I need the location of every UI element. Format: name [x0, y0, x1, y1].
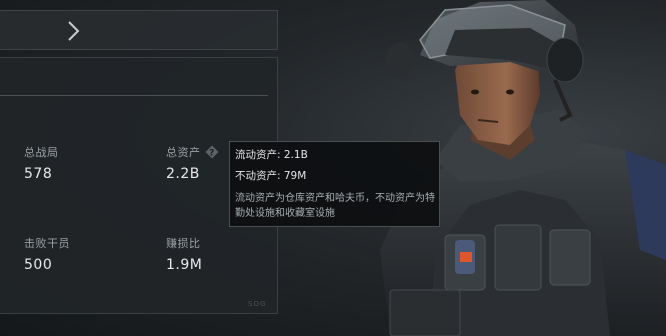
stat-label: 击败干员 — [24, 237, 70, 250]
assets-tooltip: 流动资产: 2.1B 不动资产: 79M 流动资产为仓库资产和哈夫币，不动资产为… — [229, 141, 440, 227]
stat-value: 2.2B — [166, 166, 200, 182]
stat-total-assets: 总资产 ? 2.2B — [166, 144, 219, 182]
stat-label-row: 总资产 ? — [166, 144, 219, 160]
tooltip-fixed-assets: 不动资产: 79M — [235, 170, 307, 182]
stat-value: 1.9M — [166, 257, 203, 273]
svg-text:?: ? — [209, 149, 215, 159]
stat-label: 赚损比 — [166, 237, 201, 250]
stat-label: 总资产 — [166, 146, 201, 159]
stat-profit-ratio: 赚损比 1.9M — [166, 235, 202, 273]
panel-divider — [0, 95, 268, 96]
stat-value: 500 — [24, 257, 53, 273]
tooltip-description: 流动资产为仓库资产和哈夫币，不动资产为特勤处设施和收藏室设施 — [235, 193, 435, 219]
chevron-right-icon[interactable] — [63, 20, 83, 42]
header-bar — [0, 10, 278, 50]
tooltip-liquid-assets: 流动资产: 2.1B — [235, 149, 308, 161]
stat-label: 总战局 — [24, 146, 59, 159]
watermark: SOG — [248, 300, 267, 308]
question-diamond-icon[interactable]: ? — [205, 145, 219, 159]
stat-defeated-operators: 击败干员 500 — [24, 235, 70, 273]
stat-total-matches: 总战局 578 — [24, 144, 59, 182]
stat-value: 578 — [24, 166, 53, 182]
game-screen: 总战局 578 总资产 ? 2.2B 击败干员 500 赚损比 1.9M SOG… — [0, 0, 666, 336]
